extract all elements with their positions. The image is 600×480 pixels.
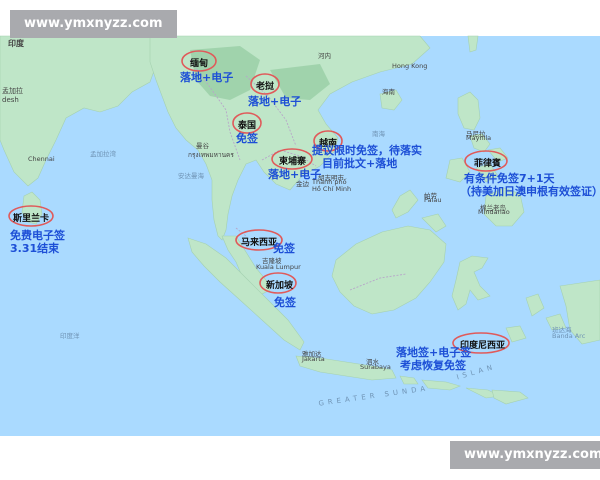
note-vietnam-line2: 目前批文+落地 [322, 157, 398, 170]
note-indonesia-line1: 落地签+电子签 [396, 346, 472, 359]
label-phnom-penh: 金边 [296, 180, 309, 188]
tag-philippines[interactable]: 菲律賓 [474, 156, 501, 169]
watermark-top: www.ymxnyzz.com [10, 10, 177, 38]
label-hanoi: 河内 [318, 52, 331, 60]
tag-myanmar[interactable]: 缅甸 [190, 56, 208, 69]
label-bangkok-thai: กรุงเทพมหานคร [188, 151, 234, 159]
note-philippines-line1: 有条件免签7+1天 [464, 172, 555, 185]
label-india-ocean: 印度洋 [60, 332, 80, 340]
label-maynila: Maynila [466, 134, 492, 142]
map-background [0, 0, 600, 480]
note-myanmar: 落地+电子 [180, 71, 234, 84]
label-hainan: 海南 [382, 88, 395, 96]
label-surabaya: Surabaya [360, 363, 391, 371]
tag-srilanka[interactable]: 斯里兰卡 [13, 211, 49, 224]
note-srilanka-line1: 免费电子签 [10, 229, 65, 242]
note-indonesia-line2: 考虑恢复免签 [400, 359, 466, 372]
note-malaysia: 免签 [273, 242, 295, 255]
label-hong-kong: Hong Kong [392, 62, 428, 70]
tag-thailand[interactable]: 泰国 [238, 118, 256, 131]
label-palau-en: Palau [424, 196, 442, 204]
corner-label: 印度 [8, 39, 24, 48]
note-singapore: 免签 [274, 296, 296, 309]
note-thailand: 免签 [236, 132, 258, 145]
label-kl: Kuala Lumpur [256, 263, 301, 271]
tag-cambodia[interactable]: 柬埔寨 [279, 154, 306, 167]
label-bangladesh: 孟加拉 [2, 87, 23, 95]
tag-singapore[interactable]: 新加坡 [266, 278, 293, 291]
note-vietnam-line1: 提议限时免签，待落实 [312, 144, 422, 157]
label-mindanao-en: Mindanao [478, 208, 510, 216]
note-laos: 落地+电子 [248, 95, 302, 108]
label-jakarta: Jakarta [302, 355, 325, 363]
label-banda-arc: Banda Arc [552, 332, 586, 340]
label-south-china-sea: 南海 [372, 130, 385, 138]
label-bangkok: 曼谷 [196, 142, 209, 150]
label-desh: desh [2, 96, 19, 104]
note-srilanka-line2: 3.31结束 [10, 242, 60, 255]
label-andaman: 安达曼海 [178, 172, 204, 180]
note-philippines-line2: （持美加日澳申根有效签证） [460, 185, 600, 198]
label-bengal-bay: 孟加拉湾 [90, 150, 116, 158]
watermark-bottom: www.ymxnyzz.com [450, 441, 600, 469]
tag-laos[interactable]: 老挝 [256, 79, 274, 92]
tag-malaysia[interactable]: 马来西亚 [241, 235, 277, 248]
label-hcmc-en: Hồ Chí Minh [312, 185, 352, 193]
label-chennai: Chennai [28, 155, 55, 163]
